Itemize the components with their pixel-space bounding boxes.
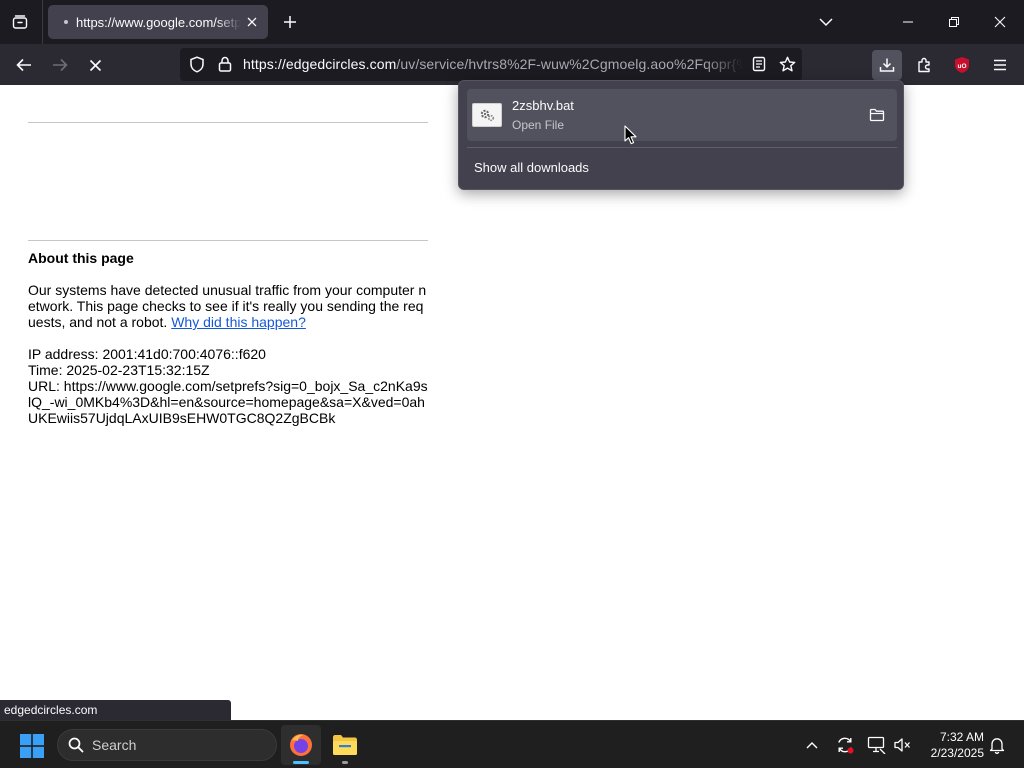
file-explorer-taskbar-button[interactable] xyxy=(325,725,365,765)
ublock-origin-icon[interactable]: uO xyxy=(947,50,977,80)
download-icon[interactable] xyxy=(872,50,902,80)
url-path: /uv/service/hvtrs8%2F-wuw%2Cgmoelg.aoo%2… xyxy=(396,56,743,72)
restore-icon[interactable] xyxy=(940,8,968,36)
browser-tab[interactable]: https://www.google.com/setprefs?sig=0_bo… xyxy=(48,5,268,39)
tab-title: https://www.google.com/setprefs?sig=0_bo… xyxy=(76,14,241,30)
active-app-indicator xyxy=(293,761,309,764)
why-link[interactable]: Why did this happen? xyxy=(171,314,306,330)
tab-bar: https://www.google.com/setprefs?sig=0_bo… xyxy=(0,0,1024,44)
link-status-bar: edgedcircles.com xyxy=(0,700,231,720)
forward-arrow-icon xyxy=(45,50,75,80)
ip-address: IP address: 2001:41d0:700:4076::f620 xyxy=(28,346,266,362)
notification-bell-icon[interactable] xyxy=(985,733,1009,757)
back-arrow-icon[interactable] xyxy=(9,50,39,80)
search-label: Search xyxy=(92,737,137,753)
hamburger-icon[interactable] xyxy=(985,50,1015,80)
search-icon xyxy=(68,737,84,753)
about-heading: About this page xyxy=(28,250,134,266)
about-message: Our systems have detected unusual traffi… xyxy=(28,282,430,330)
taskbar-search-box[interactable]: Search xyxy=(57,729,277,761)
about-section: About this page Our systems have detecte… xyxy=(28,250,430,426)
close-tab-icon[interactable] xyxy=(241,11,263,33)
mouse-cursor-icon xyxy=(624,125,637,145)
sync-icon[interactable] xyxy=(833,733,857,757)
reader-view-icon[interactable] xyxy=(750,55,768,73)
url-text[interactable]: https://edgedcircles.com/uv/service/hvtr… xyxy=(243,56,743,72)
divider xyxy=(28,240,428,241)
tab-separator xyxy=(42,0,43,44)
lock-icon[interactable] xyxy=(216,55,234,73)
url-host: https://edgedcircles.com xyxy=(243,56,397,72)
request-url: URL: https://www.google.com/setprefs?sig… xyxy=(28,378,428,426)
batch-file-icon xyxy=(472,103,502,127)
panel-divider xyxy=(467,147,897,148)
firefox-taskbar-button[interactable] xyxy=(281,725,321,765)
stop-icon[interactable] xyxy=(80,50,110,80)
download-item[interactable]: 2zsbhv.bat Open File xyxy=(467,89,897,141)
minimize-icon[interactable] xyxy=(894,8,922,36)
windows-taskbar: Search 7:32 AM 2/23/2025 xyxy=(0,720,1024,768)
svg-text:uO: uO xyxy=(957,63,966,70)
navigation-toolbar: https://edgedcircles.com/uv/service/hvtr… xyxy=(0,44,1024,85)
folder-icon[interactable] xyxy=(865,103,889,127)
tab-overview-icon[interactable] xyxy=(8,10,32,34)
chevron-down-icon[interactable] xyxy=(814,10,838,34)
windows-start-icon[interactable] xyxy=(20,734,44,758)
download-status: Open File xyxy=(512,118,565,132)
download-file-name: 2zsbhv.bat xyxy=(512,98,574,113)
tracking-protection-icon[interactable] xyxy=(188,55,206,73)
new-tab-icon[interactable] xyxy=(278,10,302,34)
close-window-icon[interactable] xyxy=(986,8,1014,36)
puzzle-icon[interactable] xyxy=(909,50,939,80)
chevron-up-icon[interactable] xyxy=(800,733,824,757)
star-icon[interactable] xyxy=(778,55,796,73)
address-bar[interactable]: https://edgedcircles.com/uv/service/hvtr… xyxy=(180,48,802,81)
clock-time: 7:32 AM xyxy=(939,730,984,744)
network-icon[interactable] xyxy=(865,733,889,757)
open-app-indicator xyxy=(342,761,348,764)
tab-loading-dot xyxy=(64,20,68,24)
volume-muted-icon[interactable] xyxy=(890,733,914,757)
divider xyxy=(28,122,428,123)
clock-date: 2/23/2025 xyxy=(930,746,984,760)
taskbar-clock[interactable]: 7:32 AM 2/23/2025 xyxy=(912,729,984,761)
show-all-downloads-button[interactable]: Show all downloads xyxy=(474,160,589,175)
file-explorer-icon xyxy=(333,735,357,755)
timestamp: Time: 2025-02-23T15:32:15Z xyxy=(28,362,210,378)
firefox-icon xyxy=(290,734,312,756)
downloads-panel: 2zsbhv.bat Open File Show all downloads xyxy=(458,80,904,190)
